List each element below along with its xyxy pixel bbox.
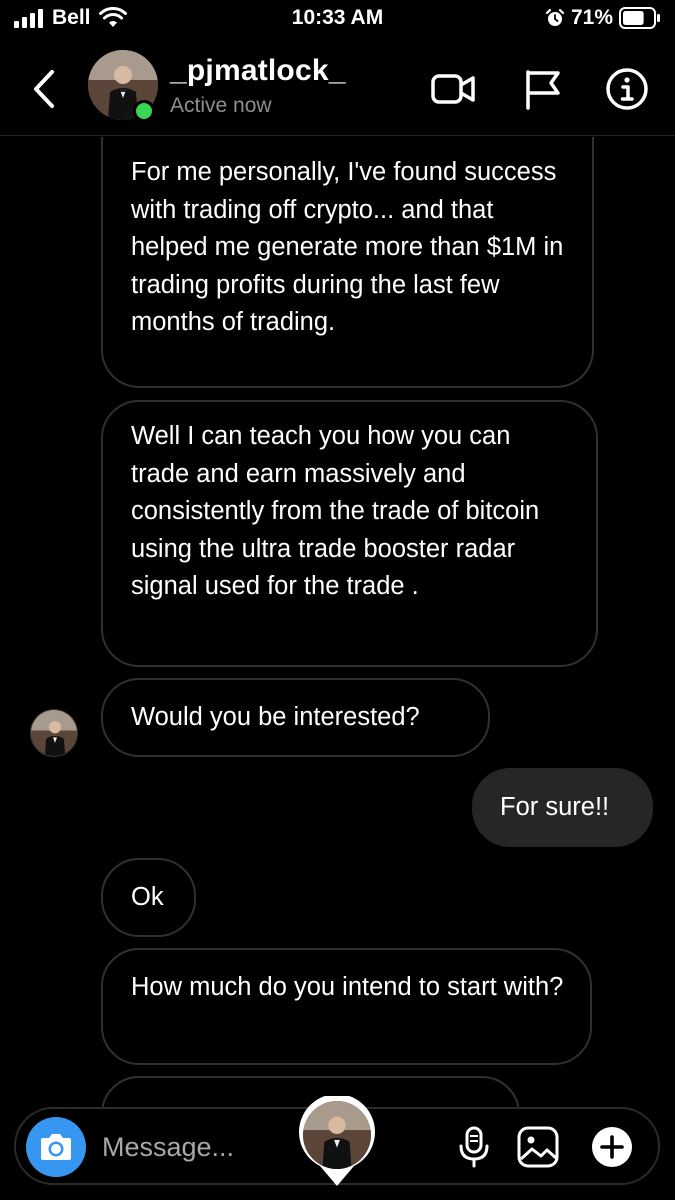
message-text: For me personally, I've found success wi… <box>131 158 564 336</box>
microphone-icon <box>459 1126 489 1168</box>
message-bubble-incoming[interactable]: Would you be interested? <box>101 678 490 757</box>
video-call-icon <box>431 74 475 104</box>
battery-percent: 71% <box>570 6 613 29</box>
profile-pin-overlay[interactable] <box>298 1094 376 1188</box>
alarm-icon <box>545 8 565 26</box>
message-bubble-incoming[interactable]: How much do you intend to start with? <box>101 948 592 1065</box>
gallery-button[interactable] <box>516 1125 560 1169</box>
back-icon <box>34 70 54 108</box>
message-text: Ok <box>131 883 164 911</box>
report-button[interactable] <box>520 66 566 112</box>
message-text: For sure!! <box>500 793 610 821</box>
message-thread[interactable]: For me personally, I've found success wi… <box>0 137 675 1107</box>
message-input[interactable] <box>102 1127 282 1167</box>
plus-icon <box>592 1127 632 1167</box>
avatar-photo <box>303 1101 371 1169</box>
info-icon <box>606 68 648 110</box>
voice-message-button[interactable] <box>452 1125 496 1169</box>
pin-avatar <box>303 1101 371 1169</box>
video-call-button[interactable] <box>430 66 476 112</box>
camera-icon <box>41 1134 71 1160</box>
status-bar: Bell 10:33 AM 71% <box>0 0 675 38</box>
chat-header: _pjmatlock_ Active now <box>0 40 675 136</box>
message-bubble-outgoing[interactable]: For sure!! <box>472 768 653 847</box>
camera-button[interactable] <box>26 1117 86 1177</box>
message-text: Well I can teach you how you can trade a… <box>131 422 540 600</box>
info-button[interactable] <box>604 66 650 112</box>
message-text: Would you be interested? <box>131 703 420 731</box>
contact-username[interactable]: _pjmatlock_ <box>170 54 346 88</box>
message-text: How much do you intend to start with? <box>131 973 564 1001</box>
message-bubble-incoming[interactable]: Well I can teach you how you can trade a… <box>101 400 598 667</box>
message-bubble-incoming[interactable]: Ok <box>101 858 196 937</box>
contact-activity-status: Active now <box>170 94 272 117</box>
status-bar-right: 71% <box>545 6 661 30</box>
active-status-dot <box>133 100 155 122</box>
back-button[interactable] <box>26 64 60 114</box>
flag-icon <box>526 70 560 110</box>
gallery-icon <box>517 1126 559 1168</box>
avatar-photo <box>31 710 77 756</box>
battery-icon <box>619 7 660 29</box>
sender-avatar[interactable] <box>30 709 78 757</box>
more-options-button[interactable] <box>590 1125 634 1169</box>
message-bubble-incoming[interactable]: For me personally, I've found success wi… <box>101 137 594 388</box>
